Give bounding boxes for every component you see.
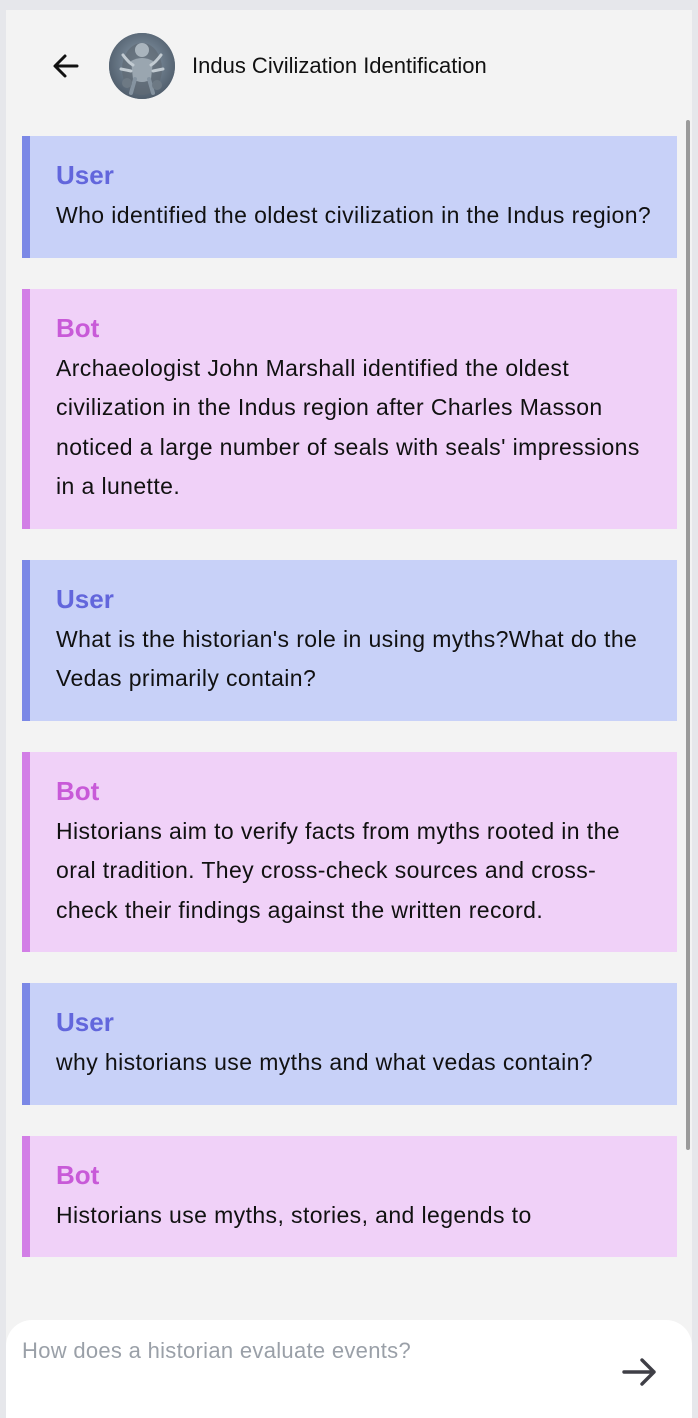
arrow-left-icon [53,54,79,78]
message-list[interactable]: User Who identified the oldest civilizati… [22,136,677,1316]
message-role-label: Bot [56,312,100,343]
message-role-label: Bot [56,775,100,806]
chat-app: Indus Civilization Identification User Wh… [6,10,692,1418]
user-message: User why historians use myths and what ve… [22,983,677,1105]
message-text: Historians aim to verify facts from myth… [56,817,620,923]
deity-sculpture-icon [109,33,175,99]
message-text: Archaeologist John Marshall identified t… [56,354,640,500]
message-text: Who identified the oldest civilization i… [56,202,652,228]
scrollbar-thumb[interactable] [686,120,690,1150]
message-input[interactable] [22,1334,602,1368]
arrow-right-icon [622,1358,656,1386]
user-message: User What is the historian's role in usin… [22,559,677,721]
chat-title: Indus Civilization Identification [192,53,487,78]
message-role-label: User [56,583,114,614]
message-text: Historians use myths, stories, and legen… [56,1201,532,1228]
message-role-label: User [56,160,114,190]
bot-message: Bot Historians aim to verify facts from m… [22,751,677,952]
message-text: What is the historian's role in using my… [56,625,638,692]
message-role-label: Bot [56,1159,100,1190]
bot-message: Bot Archaeologist John Marshall identifie… [22,288,677,529]
chat-header: Indus Civilization Identification [6,10,692,122]
back-button[interactable] [46,46,86,86]
bot-message: Bot Historians use myths, stories, and le… [22,1135,677,1257]
avatar [109,33,175,99]
message-text: why historians use myths and what vedas … [56,1049,593,1075]
user-message: User Who identified the oldest civilizati… [22,136,677,258]
message-role-label: User [56,1007,114,1037]
send-button[interactable] [618,1350,662,1394]
message-composer [6,1320,692,1418]
